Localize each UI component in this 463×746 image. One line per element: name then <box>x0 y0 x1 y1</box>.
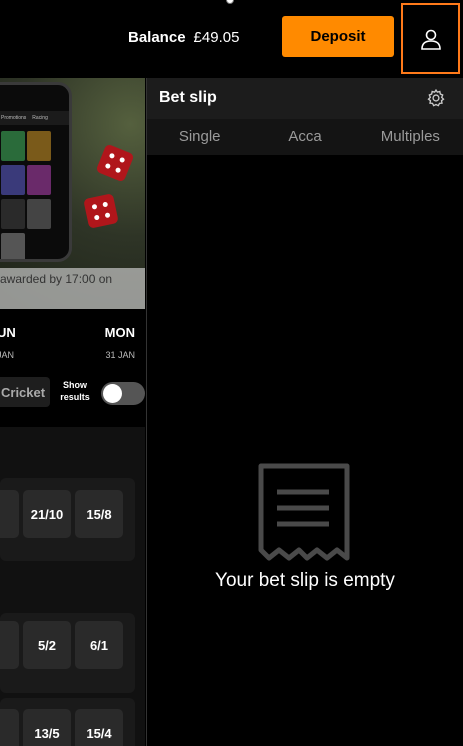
toggle-knob <box>103 384 122 403</box>
show-results-toggle[interactable] <box>101 382 145 405</box>
bet-slip-tabs: Single Acca Multiples <box>147 119 463 155</box>
game-tile <box>27 165 51 195</box>
dice-image <box>95 143 135 183</box>
odds-row: 4 13/5 15/4 <box>0 698 135 746</box>
account-button[interactable] <box>401 3 460 74</box>
receipt-icon <box>258 463 350 561</box>
balance-value: £49.05 <box>193 29 240 46</box>
odds-button[interactable]: 6/1 <box>75 621 123 669</box>
odds-button[interactable]: 4 <box>0 709 19 746</box>
promo-caption: awarded by 17:00 on <box>0 268 145 309</box>
date-label: 31 JAN <box>105 350 135 360</box>
bet-slip-title: Bet slip <box>159 89 217 106</box>
odds-button[interactable]: 5 <box>0 621 19 669</box>
balance-label: Balance <box>128 29 186 46</box>
odds-row: 5 5/2 6/1 <box>0 613 135 693</box>
promo-banner[interactable]: Promotions Racing awarded by 17:00 on <box>0 78 145 309</box>
sport-filter-chip[interactable]: Cricket <box>0 377 50 407</box>
deposit-button[interactable]: Deposit <box>282 16 394 57</box>
game-tile <box>1 199 25 229</box>
odds-row: 4 21/10 15/8 <box>0 478 135 561</box>
odds-button[interactable]: 21/10 <box>23 490 71 538</box>
top-bar: Balance £49.05 Deposit <box>0 0 463 78</box>
odds-button[interactable]: 15/8 <box>75 490 123 538</box>
game-tile <box>1 131 25 161</box>
tab-multiples[interactable]: Multiples <box>358 119 463 155</box>
show-results-text: Show <box>63 380 87 390</box>
show-results-text: results <box>60 392 90 402</box>
gear-icon[interactable] <box>426 88 446 108</box>
user-icon <box>420 29 441 50</box>
game-tile <box>1 233 25 259</box>
game-tile <box>27 131 51 161</box>
odds-button[interactable]: 15/4 <box>75 709 123 746</box>
date-label: JAN <box>0 350 15 360</box>
filter-bar: Cricket Show results <box>0 367 145 427</box>
phone-tab: Racing <box>32 115 48 121</box>
date-day[interactable]: UN <box>0 325 16 340</box>
bet-slip-panel: Bet slip Single Acca Multiples Your bet … <box>146 78 463 746</box>
tab-acca[interactable]: Acca <box>252 119 357 155</box>
game-tile <box>27 199 51 229</box>
odds-button[interactable]: 5/2 <box>23 621 71 669</box>
phone-nav: Promotions Racing <box>0 111 69 125</box>
sportsbook-panel: Promotions Racing awarded by 17:00 on UN… <box>0 78 145 746</box>
balance: Balance £49.05 <box>128 29 239 46</box>
phone-image: Promotions Racing <box>0 82 72 262</box>
bet-slip-header: Bet slip <box>147 78 463 119</box>
date-selector: UN JAN MON 31 JAN <box>0 309 145 367</box>
game-tile <box>1 165 25 195</box>
tab-single[interactable]: Single <box>147 119 252 155</box>
phone-tab: Promotions <box>1 115 27 121</box>
show-results-label: Show results <box>58 379 92 403</box>
date-day[interactable]: MON <box>105 325 135 340</box>
odds-button[interactable]: 4 <box>0 490 19 538</box>
empty-bet-slip-message: Your bet slip is empty <box>215 570 395 591</box>
odds-button[interactable]: 13/5 <box>23 709 71 746</box>
dice-image <box>83 193 119 229</box>
